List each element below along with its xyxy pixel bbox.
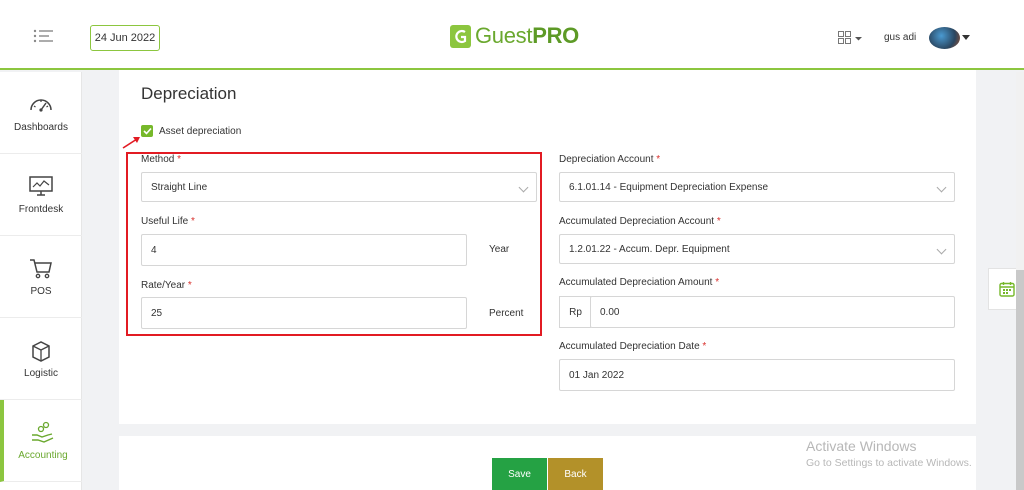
top-header: 24 Jun 2022 GuestPRO gus adi [0, 0, 1024, 70]
accumulated-depreciation-amount-value: 0.00 [600, 306, 620, 318]
asset-depreciation-label: Asset depreciation [159, 126, 242, 137]
sidebar-item-label: Accounting [18, 450, 68, 461]
sidebar-item-pos[interactable]: POS [0, 236, 82, 318]
useful-life-input[interactable]: 4 [141, 234, 467, 266]
chevron-down-icon [936, 182, 947, 193]
rate-year-value: 25 [151, 307, 163, 319]
useful-life-unit: Year [489, 244, 510, 255]
activation-watermark-title: Activate Windows [806, 438, 917, 454]
accumulated-depreciation-account-value: 1.2.01.22 - Accum. Depr. Equipment [569, 243, 730, 255]
depreciation-account-label: Depreciation Account * [559, 154, 661, 165]
username[interactable]: gus adi [884, 32, 916, 43]
brand-name: GuestPRO [475, 23, 579, 48]
sidebar-item-label: Dashboards [14, 122, 68, 133]
useful-life-label: Useful Life * [141, 216, 195, 227]
hand-coins-icon [30, 420, 56, 444]
rate-year-unit: Percent [489, 308, 524, 319]
logo-mark-icon [450, 24, 471, 48]
avatar[interactable] [929, 27, 960, 49]
depreciation-account-select[interactable]: 6.1.01.14 - Equipment Depreciation Expen… [559, 172, 955, 202]
chevron-down-icon [518, 182, 529, 193]
back-button[interactable]: Back [548, 458, 603, 490]
calendar-icon [998, 282, 1015, 297]
sidebar-item-dashboards[interactable]: Dashboards [0, 72, 82, 154]
accumulated-depreciation-date-value: 01 Jan 2022 [569, 369, 625, 381]
sidebar-item-frontdesk[interactable]: Frontdesk [0, 154, 82, 236]
method-select[interactable]: Straight Line [141, 172, 537, 202]
sidebar-item-label: Frontdesk [18, 204, 64, 215]
check-icon [142, 127, 152, 135]
gauge-icon [28, 92, 54, 116]
useful-life-value: 4 [151, 244, 157, 256]
save-button[interactable]: Save [492, 458, 547, 490]
cart-icon [28, 256, 54, 280]
annotation-arrow-icon [122, 137, 140, 149]
accumulated-depreciation-account-label: Accumulated Depreciation Account * [559, 216, 721, 227]
accumulated-depreciation-amount-input[interactable]: 0.00 [590, 296, 955, 328]
currency-prefix: Rp [559, 296, 591, 328]
method-value: Straight Line [151, 181, 208, 193]
section-title: Depreciation [141, 84, 237, 103]
sidebar-item-accounting[interactable]: Accounting [0, 400, 82, 482]
accumulated-depreciation-account-select[interactable]: 1.2.01.22 - Accum. Depr. Equipment [559, 234, 955, 264]
monitor-icon [28, 174, 54, 198]
sidebar-item-label: POS [30, 286, 52, 297]
accumulated-depreciation-amount-label: Accumulated Depreciation Amount * [559, 277, 720, 288]
sidebar-item-label: Logistic [24, 368, 58, 379]
rate-year-input[interactable]: 25 [141, 297, 467, 329]
date-badge[interactable]: 24 Jun 2022 [90, 25, 160, 51]
rate-year-label: Rate/Year * [141, 280, 192, 291]
box-icon [28, 338, 54, 362]
accumulated-depreciation-date-input[interactable]: 01 Jan 2022 [559, 359, 955, 391]
menu-toggle-icon[interactable] [33, 29, 55, 43]
depreciation-account-value: 6.1.01.14 - Equipment Depreciation Expen… [569, 181, 769, 193]
activation-watermark-subtitle: Go to Settings to activate Windows. [806, 457, 972, 469]
sidebar-item-logistic[interactable]: Logistic [0, 318, 82, 400]
method-label: Method * [141, 154, 182, 165]
sidebar: Dashboards Frontdesk POS Logistic Accoun… [0, 72, 82, 490]
chevron-down-icon[interactable] [962, 35, 970, 40]
chevron-down-icon [936, 244, 947, 255]
accumulated-depreciation-date-label: Accumulated Depreciation Date * [559, 341, 707, 352]
apps-grid-icon[interactable] [838, 31, 864, 45]
brand-logo: GuestPRO [450, 23, 579, 48]
scrollbar-thumb[interactable] [1016, 270, 1024, 490]
